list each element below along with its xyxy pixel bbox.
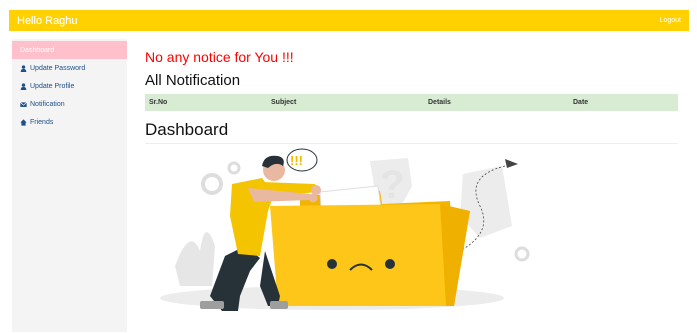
sidebar-item-label: Dashboard bbox=[20, 46, 55, 54]
sidebar-item-label: Notification bbox=[30, 100, 65, 108]
envelope-icon bbox=[20, 101, 27, 108]
sidebar-item-label: Update Password bbox=[30, 64, 86, 72]
brand-greeting[interactable]: Hello Raghu bbox=[17, 15, 78, 27]
folder-eye bbox=[327, 259, 337, 269]
question-mark-shape: ? bbox=[380, 163, 404, 207]
column-header-srno: Sr.No bbox=[149, 99, 168, 106]
home-icon bbox=[20, 118, 27, 126]
gear-icon bbox=[201, 173, 223, 195]
divider bbox=[145, 143, 678, 144]
background-paper bbox=[460, 166, 512, 238]
paper-plane-icon bbox=[505, 159, 518, 168]
sidebar-item-update-profile[interactable]: Update Profile bbox=[12, 77, 127, 95]
user-icon bbox=[20, 64, 27, 72]
person-shoe bbox=[200, 301, 224, 309]
column-header-details: Details bbox=[428, 99, 451, 106]
dashboard-heading: Dashboard bbox=[145, 120, 229, 139]
person-hand bbox=[308, 193, 318, 203]
column-header-subject: Subject bbox=[271, 99, 297, 106]
notice-message: No any notice for You !!! bbox=[145, 49, 294, 65]
sidebar: Dashboard Update Password Update Profile… bbox=[12, 39, 127, 332]
sidebar-item-label: Update Profile bbox=[30, 82, 75, 90]
folder-front bbox=[270, 204, 470, 306]
notifications-table-header: Sr.No Subject Details Date bbox=[145, 94, 678, 111]
sidebar-item-label: Friends bbox=[30, 118, 54, 126]
background-plant bbox=[175, 232, 215, 286]
column-header-date: Date bbox=[573, 99, 589, 106]
person-hand bbox=[311, 185, 321, 195]
person-shoe bbox=[270, 301, 288, 309]
empty-folder-illustration: ? !!! bbox=[160, 148, 530, 311]
sidebar-item-notification[interactable]: Notification bbox=[12, 95, 127, 113]
user-icon bbox=[20, 82, 27, 90]
folder-eye bbox=[385, 259, 395, 269]
notifications-heading: All Notification bbox=[145, 72, 241, 89]
sidebar-item-dashboard[interactable]: Dashboard bbox=[12, 41, 127, 59]
gear-icon bbox=[227, 161, 241, 175]
gear-icon bbox=[514, 246, 530, 262]
sidebar-item-friends[interactable]: Friends bbox=[12, 113, 127, 131]
sidebar-item-update-password[interactable]: Update Password bbox=[12, 59, 127, 77]
exclamation-text: !!! bbox=[290, 153, 303, 168]
